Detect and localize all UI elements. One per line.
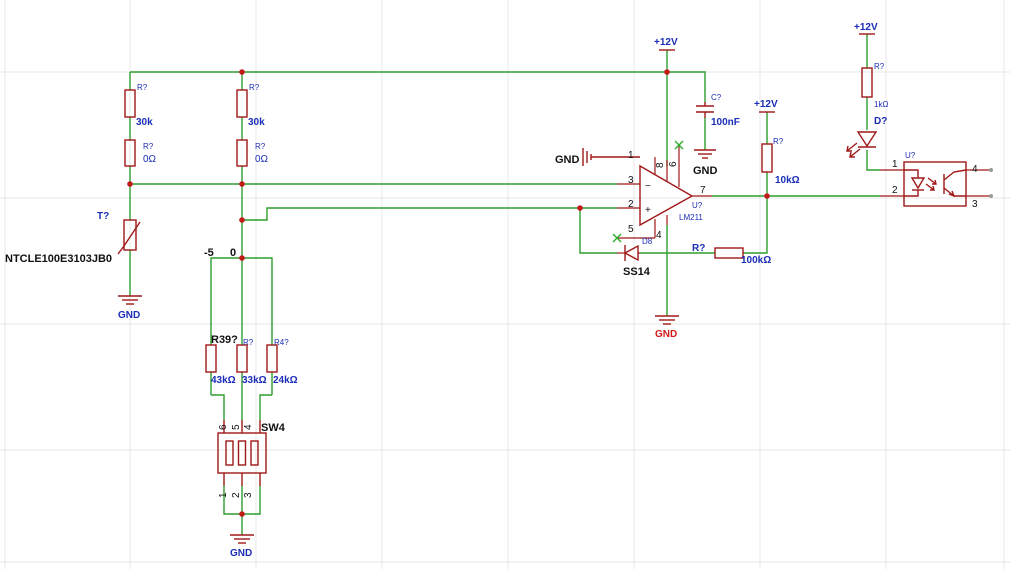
value-label: 33kΩ xyxy=(242,375,267,386)
diode-ss14[interactable]: D8 SS14 xyxy=(617,237,653,278)
ref-label: C? xyxy=(711,93,722,102)
capacitor[interactable]: C? 100nF xyxy=(696,93,740,128)
value-label: 10kΩ xyxy=(775,175,800,186)
pin-label: 4 xyxy=(656,230,662,241)
pin-label: 2 xyxy=(628,199,634,210)
resistor-mid-top[interactable]: R? 30k xyxy=(236,83,265,128)
value-label: 30k xyxy=(248,117,265,128)
resistor-mid-bottom[interactable]: R? 0Ω xyxy=(236,139,269,167)
pin-label: 4 xyxy=(243,424,254,430)
vcc-label: +12V xyxy=(854,22,878,33)
dip-switch-sw4[interactable]: 6 5 4 1 2 3 SW4 xyxy=(217,420,286,498)
pin-label: 8 xyxy=(655,162,666,168)
ref-label: R? xyxy=(692,243,705,254)
ref-label: U? xyxy=(905,151,916,160)
gnd-label: GND xyxy=(693,165,718,177)
comparator-lm211[interactable]: − + 1 2 3 4 5 6 7 8 U? LM211 xyxy=(612,140,712,243)
gnd-label: GND xyxy=(655,329,677,340)
vcc-label: +12V xyxy=(654,37,678,48)
net-label-minus5: -5 xyxy=(204,247,214,259)
ref-label: R? xyxy=(255,142,266,151)
resistor-led[interactable]: R? 1kΩ xyxy=(861,62,888,109)
power-vcc-opamp[interactable]: +12V xyxy=(654,37,678,51)
value-label: 100kΩ xyxy=(741,255,771,266)
ref-label: D8 xyxy=(642,237,653,246)
pin-label: 7 xyxy=(700,185,706,196)
ground-opamp-bottom[interactable]: GND xyxy=(655,315,679,340)
led-ref: D? xyxy=(874,116,887,127)
ground-switch[interactable]: GND xyxy=(230,534,254,559)
pin-label: 3 xyxy=(628,175,634,186)
pin-label: 4 xyxy=(972,164,978,175)
schematic-canvas[interactable]: +12V +12V +12V GND GND GND GND GND R? 30… xyxy=(0,0,1010,569)
vcc-label: +12V xyxy=(754,99,778,110)
pin-label: 1 xyxy=(892,159,898,170)
plus-sign: + xyxy=(645,205,651,216)
ref-label: R4? xyxy=(274,338,289,347)
gnd-label: GND xyxy=(230,548,252,559)
pin-label: 6 xyxy=(668,161,679,167)
pin-label: 1 xyxy=(218,492,229,498)
thermistor[interactable]: T? NTCLE100E3103JB0 xyxy=(5,211,141,265)
ground-cap[interactable]: GND xyxy=(693,149,718,177)
power-vcc-pullup[interactable]: +12V xyxy=(754,99,778,113)
ref-label: R? xyxy=(773,137,784,146)
pin-label: 1 xyxy=(628,150,634,161)
ref-label: R39? xyxy=(211,334,238,346)
value-label: LM211 xyxy=(679,213,703,222)
value-label: 0Ω xyxy=(143,154,157,165)
value-label: SS14 xyxy=(623,266,651,278)
value-label: 100nF xyxy=(711,117,740,128)
thermistor-ref: T? xyxy=(97,211,109,222)
pin-label: 5 xyxy=(231,424,242,430)
net-label-zero: 0 xyxy=(230,247,236,259)
pin-label: 3 xyxy=(243,492,254,498)
ref-label: R? xyxy=(143,142,154,151)
value-label: 30k xyxy=(136,117,153,128)
optocoupler[interactable]: U? 1 2 3 4 xyxy=(880,151,993,210)
pin-label: 5 xyxy=(628,224,634,235)
ref-label: R? xyxy=(243,338,254,347)
ref-label: U? xyxy=(692,201,703,210)
thermistor-value: NTCLE100E3103JB0 xyxy=(5,253,112,265)
value-label: 1kΩ xyxy=(874,100,888,109)
switch-ref: SW4 xyxy=(261,422,286,434)
ref-label: R? xyxy=(137,83,148,92)
resistor-r39[interactable]: R39? 43kΩ xyxy=(205,334,238,386)
power-vcc-optocoupler[interactable]: +12V xyxy=(854,22,878,35)
resistor-feedback[interactable]: R? 100kΩ xyxy=(692,243,771,266)
resistor-33k[interactable]: R? 33kΩ xyxy=(236,338,267,386)
schematic-svg: +12V +12V +12V GND GND GND GND GND R? 30… xyxy=(0,0,1010,569)
gnd-label: GND xyxy=(118,310,140,321)
minus-sign: − xyxy=(645,181,651,192)
value-label: 0Ω xyxy=(255,154,269,165)
ref-label: R? xyxy=(249,83,260,92)
pin-label: 6 xyxy=(218,424,229,430)
value-label: 24kΩ xyxy=(273,375,298,386)
background-grid xyxy=(0,0,1010,569)
pin-label: 2 xyxy=(892,185,898,196)
pin-label: 2 xyxy=(231,492,242,498)
pin-label: 3 xyxy=(972,199,978,210)
gnd-label: GND xyxy=(555,154,580,166)
resistor-left-top[interactable]: R? 30k xyxy=(124,83,153,128)
ref-label: R? xyxy=(874,62,885,71)
value-label: 43kΩ xyxy=(211,375,236,386)
